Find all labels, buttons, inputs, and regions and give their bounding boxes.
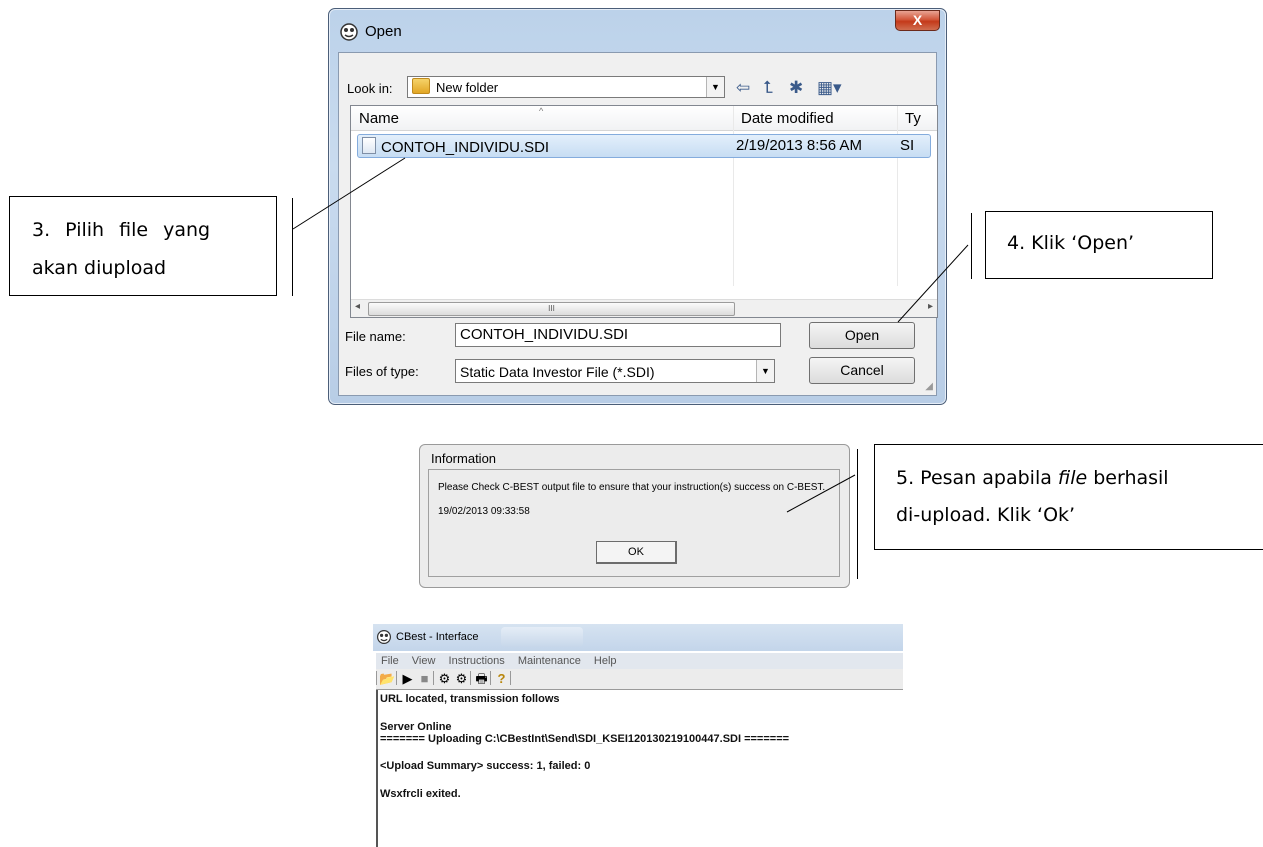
log-line: Server Online	[380, 721, 452, 733]
play-icon[interactable]: ▶	[399, 669, 416, 689]
scroll-right-icon[interactable]: ▸	[928, 301, 933, 312]
file-type: SI	[900, 137, 915, 154]
column-header-date[interactable]: Date modified	[741, 110, 834, 127]
menu-view[interactable]: View	[412, 655, 436, 667]
help-icon[interactable]: ?	[493, 669, 510, 689]
log-line: Wsxfrcli exited.	[380, 788, 461, 800]
open-folder-icon[interactable]: 📂	[379, 669, 396, 689]
column-header-name[interactable]: Name	[359, 110, 399, 127]
cbest-window-title: CBest - Interface	[396, 631, 479, 643]
connect-icon[interactable]: ⚙	[436, 669, 453, 689]
ok-button[interactable]: OK	[596, 541, 677, 564]
file-name-label: File name:	[345, 329, 406, 344]
log-line: ======= Uploading C:\CBestInt\Send\SDI_K…	[380, 733, 790, 745]
file-date: 2/19/2013 8:56 AM	[736, 137, 862, 154]
info-dialog-title: Information	[431, 451, 497, 466]
callout-step-3-line1: 3. Pilih file yang	[32, 219, 211, 241]
file-list-header: Name ^ Date modified Ty	[351, 106, 937, 131]
back-arrow-icon[interactable]: ⇦	[736, 78, 750, 98]
view-menu-icon[interactable]: ▦▾	[817, 78, 842, 98]
file-list[interactable]: Name ^ Date modified Ty CONTOH_INDIVIDU.…	[350, 105, 938, 318]
new-folder-icon[interactable]: ✱	[789, 78, 803, 98]
background-window-tab	[501, 627, 583, 647]
column-divider	[897, 106, 898, 286]
sort-arrow-icon: ^	[539, 106, 544, 116]
menu-instructions[interactable]: Instructions	[449, 655, 505, 667]
callout-step-5-text-a: 5. Pesan apabila	[896, 467, 1058, 489]
scroll-thumb[interactable]: III	[368, 302, 735, 316]
file-name: CONTOH_INDIVIDU.SDI	[381, 139, 550, 156]
look-in-label: Look in:	[347, 81, 393, 96]
callout-step-4: 4. Klik ‘Open’	[985, 211, 1213, 279]
callout-bracket-line	[857, 449, 858, 579]
callout-step-5-line2: di-upload. Klik ‘Ok’	[896, 504, 1076, 526]
callout-bracket-line	[292, 198, 293, 296]
stop-icon[interactable]: ■	[416, 669, 433, 689]
information-dialog: Information Please Check C-BEST output f…	[419, 444, 850, 588]
menu-help[interactable]: Help	[594, 655, 617, 667]
cbest-interface-window: CBest - Interface File View Instructions…	[373, 624, 903, 847]
toolbar-separator	[510, 671, 513, 685]
cbest-toolbar: 📂 ▶ ■ ⚙ ⚙ 🖶?	[376, 669, 903, 690]
dialog-client-area: Look in: New folder ▼ ⇦ ⮤ ✱ ▦▾ Name ^ Da…	[338, 52, 938, 396]
cancel-button[interactable]: Cancel	[809, 357, 915, 384]
info-message: Please Check C-BEST output file to ensur…	[438, 482, 826, 493]
callout-step-3-line2: akan diupload	[32, 257, 167, 279]
files-of-type-label: Files of type:	[345, 364, 419, 379]
callout-step-5: 5. Pesan apabila file berhasil di-upload…	[874, 444, 1263, 550]
info-timestamp: 19/02/2013 09:33:58	[438, 506, 530, 517]
cbest-menubar: File View Instructions Maintenance Help	[376, 653, 903, 669]
log-line: URL located, transmission follows	[380, 693, 560, 705]
resize-grip-icon[interactable]: ◢	[925, 381, 933, 392]
look-in-combobox[interactable]: New folder ▼	[407, 76, 725, 98]
chevron-down-icon[interactable]: ▼	[756, 360, 774, 382]
files-of-type-value: Static Data Investor File (*.SDI)	[460, 364, 655, 380]
callout-step-4-text: 4. Klik ‘Open’	[1007, 232, 1135, 254]
column-header-type[interactable]: Ty	[905, 110, 921, 127]
up-folder-icon[interactable]: ⮤	[763, 78, 773, 98]
chevron-down-icon[interactable]: ▼	[706, 77, 724, 97]
open-button[interactable]: Open	[809, 322, 915, 349]
files-of-type-select[interactable]: Static Data Investor File (*.SDI) ▼	[455, 359, 775, 383]
close-button[interactable]: X	[895, 10, 940, 31]
scroll-left-icon[interactable]: ◂	[355, 301, 360, 312]
disconnect-icon[interactable]: ⚙	[453, 669, 470, 689]
dialog-title: Open	[365, 23, 402, 40]
horizontal-scrollbar[interactable]: ◂ III ▸	[351, 299, 937, 317]
callout-step-5-line1: 5. Pesan apabila file berhasil	[896, 467, 1169, 489]
callout-step-5-text-b: berhasil	[1087, 467, 1169, 489]
file-name-input[interactable]: CONTOH_INDIVIDU.SDI	[455, 323, 781, 347]
folder-icon	[412, 78, 430, 94]
look-in-value: New folder	[436, 80, 499, 95]
menu-maintenance[interactable]: Maintenance	[518, 655, 581, 667]
menu-file[interactable]: File	[381, 655, 399, 667]
callout-bracket-line	[971, 213, 972, 279]
column-divider	[733, 106, 734, 286]
cbest-log-output: URL located, transmission follows Server…	[376, 690, 903, 847]
file-row-selected[interactable]: CONTOH_INDIVIDU.SDI 2/19/2013 8:56 AM SI	[357, 134, 931, 158]
log-line: <Upload Summary> success: 1, failed: 0	[380, 760, 591, 772]
info-dialog-body: Please Check C-BEST output file to ensur…	[428, 469, 840, 577]
cbest-titlebar: CBest - Interface	[373, 624, 903, 651]
app-icon	[377, 630, 391, 644]
callout-step-3: 3. Pilih file yang akan diupload	[9, 196, 277, 296]
app-icon	[340, 23, 358, 41]
file-icon	[362, 137, 376, 154]
callout-step-5-text-em: file	[1057, 467, 1088, 489]
open-file-dialog: Open X Look in: New folder ▼ ⇦ ⮤ ✱ ▦▾ Na…	[328, 8, 947, 405]
print-icon[interactable]: 🖶	[473, 669, 490, 689]
